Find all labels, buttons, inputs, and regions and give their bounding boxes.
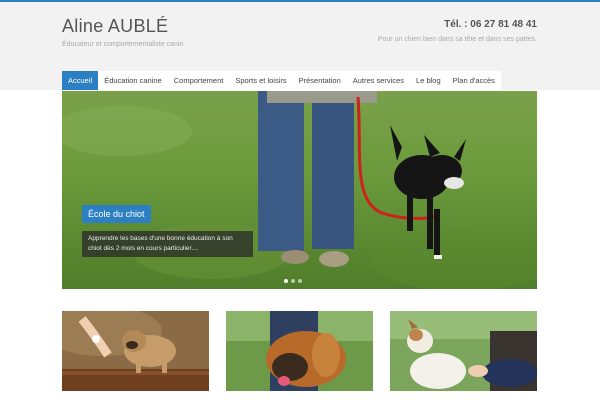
header-slogan: Pour un chien bien dans sa tête et dans …	[377, 36, 537, 43]
nav-item-presentation[interactable]: Présentation	[293, 71, 347, 90]
slider-dot-3[interactable]	[298, 279, 302, 283]
slider-pagination	[284, 279, 302, 283]
slide-caption-text: Apprendre les bases d'une bonne éducatio…	[82, 231, 253, 257]
hero-photo	[62, 91, 537, 289]
phone-number: Tél. : 06 27 81 48 41	[444, 19, 537, 30]
thumbnail-leonberger[interactable]	[226, 311, 373, 391]
pug-on-plank-photo	[62, 311, 209, 391]
leonberger-dog-photo	[226, 311, 373, 391]
nav-item-accueil[interactable]: Accueil	[62, 71, 99, 90]
hero-slider[interactable]: École du chiot Apprendre les bases d'une…	[62, 91, 537, 289]
nav-item-autres-services[interactable]: Autres services	[347, 71, 410, 90]
slider-dot-1[interactable]	[284, 279, 288, 283]
featured-thumbnails	[62, 311, 537, 391]
nav-item-sports-loisirs[interactable]: Sports et loisirs	[229, 71, 292, 90]
thumbnail-jack-russell[interactable]	[390, 311, 537, 391]
brand: Aline AUBLÉ Éducateur et comportementali…	[62, 16, 183, 48]
nav-item-education-canine[interactable]: Éducation canine	[98, 71, 168, 90]
site-title[interactable]: Aline AUBLÉ	[62, 16, 183, 37]
nav-item-plan-acces[interactable]: Plan d'accès	[447, 71, 501, 90]
jack-russell-photo	[390, 311, 537, 391]
nav-item-comportement[interactable]: Comportement	[168, 71, 230, 90]
thumbnail-pug-training[interactable]	[62, 311, 209, 391]
contact-block: Tél. : 06 27 81 48 41 Pour un chien bien…	[378, 19, 537, 43]
slider-dot-2[interactable]	[291, 279, 295, 283]
slide-caption-title[interactable]: École du chiot	[82, 205, 151, 223]
nav-item-blog[interactable]: Le blog	[410, 71, 447, 90]
site-tagline: Éducateur et comportementaliste canin	[62, 41, 184, 48]
main-navigation: Accueil Éducation canine Comportement Sp…	[62, 71, 501, 90]
